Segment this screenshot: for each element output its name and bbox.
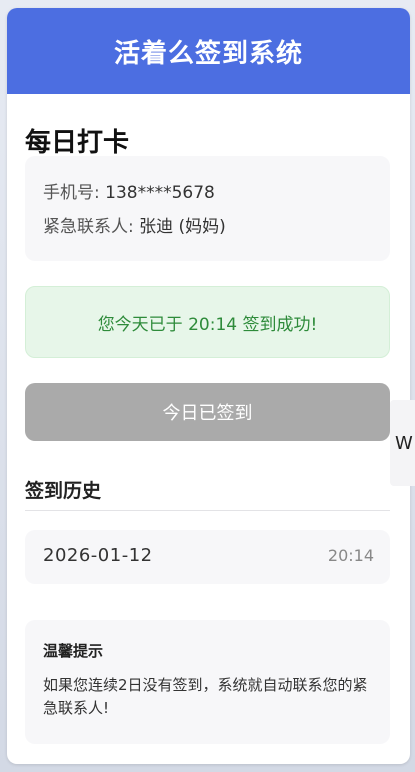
side-floating-tab[interactable]: W <box>390 400 415 486</box>
user-info-box: 手机号: 138****5678 紧急联系人: 张迪 (妈妈) <box>25 156 390 261</box>
history-title: 签到历史 <box>25 480 102 502</box>
tips-body: 如果您连续2日没有签到，系统就自动联系您的紧急联系人! <box>43 676 368 717</box>
history-date: 2026-01-12 <box>43 545 153 566</box>
app-title: 活着么签到系统 <box>113 38 303 69</box>
contact-value: 张迪 (妈妈) <box>139 217 226 237</box>
tips-box: 温馨提示 如果您连续2日没有签到，系统就自动联系您的紧急联系人! <box>25 620 390 744</box>
checkin-button[interactable]: 今日已签到 <box>25 383 390 441</box>
app-header: 活着么签到系统 <box>7 8 410 94</box>
tips-title: 温馨提示 <box>43 642 104 660</box>
phone-value: 138****5678 <box>105 183 215 203</box>
history-divider <box>25 510 390 511</box>
phone-label: 手机号: <box>43 183 106 203</box>
contact-label: 紧急联系人: <box>43 217 140 237</box>
checkin-success-message: 您今天已于 20:14 签到成功! <box>97 314 318 335</box>
side-tab-label: W <box>395 432 413 454</box>
phone-line: 手机号: 138****5678 <box>43 178 215 203</box>
history-list-item: 2026-01-12 20:14 <box>25 530 390 584</box>
checkin-success-banner: 您今天已于 20:14 签到成功! <box>25 286 390 358</box>
history-time: 20:14 <box>327 546 374 565</box>
contact-line: 紧急联系人: 张迪 (妈妈) <box>43 212 226 237</box>
section-title-daily-checkin: 每日打卡 <box>25 128 130 158</box>
app-card: 活着么签到系统 每日打卡 手机号: 138****5678 紧急联系人: 张迪 … <box>7 8 410 764</box>
